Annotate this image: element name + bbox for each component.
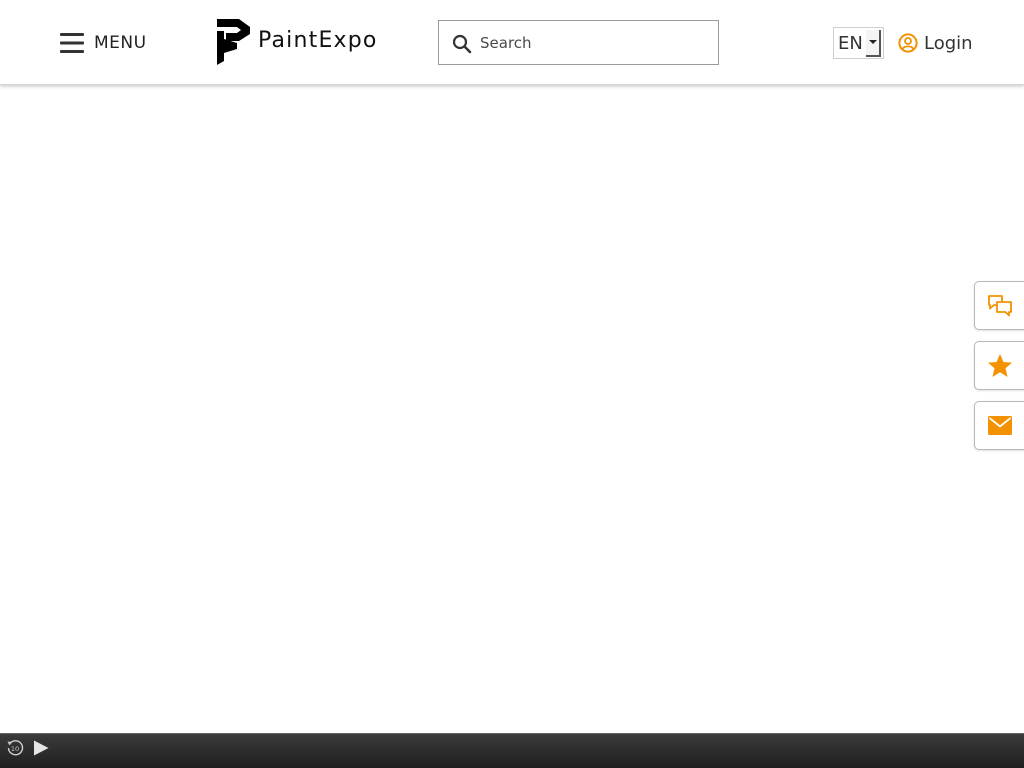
side-newsletter-button[interactable] xyxy=(974,401,1024,450)
paintexpo-logo[interactable]: PaintExpo xyxy=(217,19,378,65)
user-circle-icon xyxy=(898,33,918,53)
play-icon[interactable] xyxy=(32,739,50,757)
star-icon xyxy=(988,354,1012,377)
language-dropdown-button[interactable] xyxy=(866,30,881,57)
side-chat-button[interactable] xyxy=(974,281,1024,330)
chat-bubbles-icon xyxy=(988,295,1012,317)
search-input[interactable] xyxy=(480,22,700,63)
media-control-bar: 10 xyxy=(0,733,1024,768)
envelope-icon xyxy=(988,416,1012,435)
search-icon[interactable] xyxy=(452,34,472,54)
logo-text: PaintExpo xyxy=(258,27,378,53)
replay-10-label: 10 xyxy=(11,745,19,753)
side-favorites-button[interactable] xyxy=(974,341,1024,390)
language-selected-value: EN xyxy=(838,32,863,54)
hamburger-icon xyxy=(60,33,84,53)
menu-label: MENU xyxy=(94,33,147,53)
page: MENU PaintExpo EN xyxy=(0,0,1024,768)
dropdown-arrow-icon xyxy=(869,40,877,44)
replay-10-icon[interactable]: 10 xyxy=(6,739,24,757)
login-label: Login xyxy=(924,32,973,54)
search-box xyxy=(438,20,719,65)
site-header: MENU PaintExpo EN xyxy=(0,0,1024,85)
login-link[interactable]: Login xyxy=(898,30,973,56)
menu-button[interactable]: MENU xyxy=(60,28,147,58)
paintexpo-logo-mark-icon xyxy=(217,19,250,65)
language-select[interactable]: EN xyxy=(833,27,884,59)
